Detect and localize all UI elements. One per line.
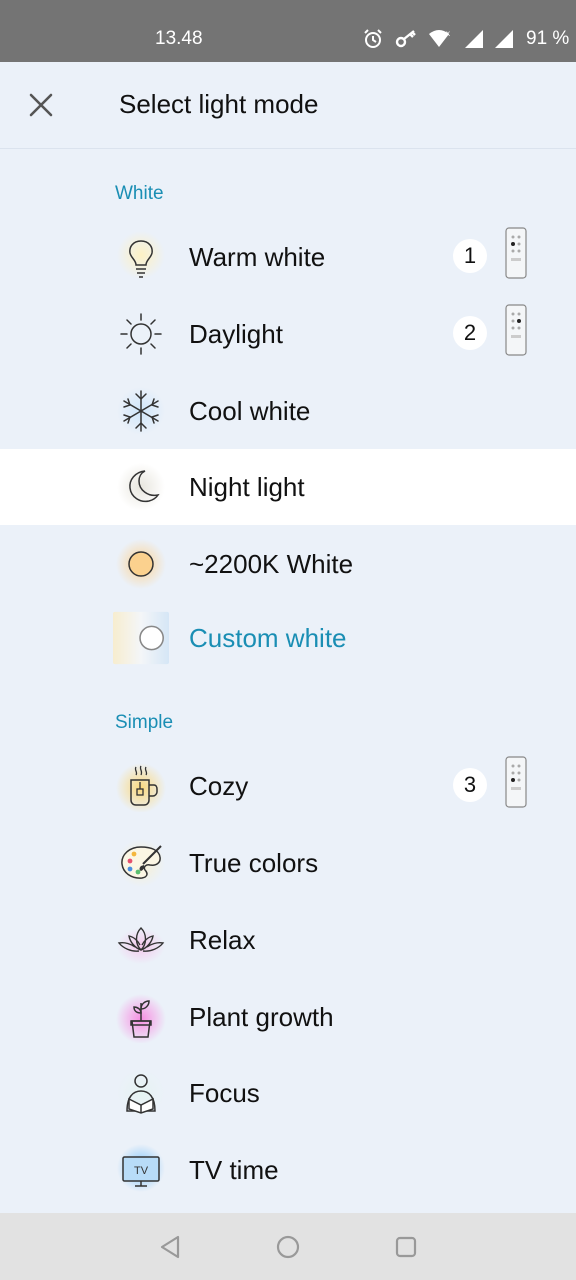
light-mode-label: Cool white xyxy=(189,396,311,426)
light-mode-label: Night light xyxy=(189,472,305,502)
sun-icon xyxy=(113,308,169,360)
section-label-white: White xyxy=(115,183,164,204)
circle-icon xyxy=(113,538,169,590)
light-mode-focus[interactable]: Focus xyxy=(0,1055,576,1131)
light-mode-2200k[interactable]: ~2200K White xyxy=(0,526,576,602)
remote-icon xyxy=(505,227,527,279)
light-mode-cozy[interactable]: Cozy 3 xyxy=(0,748,576,824)
bulb-icon xyxy=(113,231,169,283)
home-icon[interactable] xyxy=(274,1233,302,1261)
light-mode-label: TV time xyxy=(189,1155,279,1185)
key-icon xyxy=(395,30,416,48)
light-mode-label: Cozy xyxy=(189,771,249,801)
svg-text:x: x xyxy=(446,29,450,38)
section-label-simple: Simple xyxy=(115,712,174,733)
light-mode-true-colors[interactable]: True colors xyxy=(0,825,576,901)
person-reading-icon xyxy=(113,1067,169,1119)
palette-icon xyxy=(113,837,169,889)
dialog-header: Select light mode xyxy=(0,62,576,149)
light-mode-cool-white[interactable]: Cool white xyxy=(0,373,576,449)
remote-button-number: 2 xyxy=(453,316,487,350)
light-mode-label: Focus xyxy=(189,1078,260,1108)
light-mode-custom-white[interactable]: Custom white xyxy=(0,600,576,676)
plant-icon xyxy=(113,991,169,1043)
tv-icon: TV xyxy=(113,1144,169,1196)
light-mode-label: Daylight xyxy=(189,319,283,349)
light-mode-label: Relax xyxy=(189,925,256,955)
lotus-icon xyxy=(113,914,169,966)
light-mode-night-light[interactable]: Night light xyxy=(0,449,576,525)
signal-icon xyxy=(495,30,513,48)
tv-icon-text: TV xyxy=(134,1165,149,1177)
snowflake-icon xyxy=(113,385,169,437)
status-time: 13.48 xyxy=(155,28,203,49)
light-mode-label: Plant growth xyxy=(189,1002,334,1032)
moon-icon xyxy=(113,461,169,513)
light-mode-label: ~2200K White xyxy=(189,549,354,579)
wifi-icon: x xyxy=(429,29,450,47)
recents-icon[interactable] xyxy=(392,1233,420,1261)
light-mode-label: Custom white xyxy=(189,623,347,653)
light-mode-tv-time[interactable]: TV TV time xyxy=(0,1132,576,1208)
light-mode-daylight[interactable]: Daylight 2 xyxy=(0,296,576,372)
light-mode-relax[interactable]: Relax xyxy=(0,902,576,978)
mug-icon xyxy=(113,760,169,812)
remote-icon xyxy=(505,304,527,356)
remote-button-number: 1 xyxy=(453,239,487,273)
remote-icon xyxy=(505,756,527,808)
close-icon[interactable] xyxy=(26,90,56,120)
system-navigation-bar xyxy=(0,1213,576,1280)
light-mode-label: Warm white xyxy=(189,242,326,272)
custom-white-icon xyxy=(113,611,169,665)
signal-icon xyxy=(465,30,483,48)
status-icons: x 91 % xyxy=(362,26,569,52)
light-mode-label: True colors xyxy=(189,848,319,878)
status-bar: 13.48 x 91 % xyxy=(0,0,576,62)
remote-button-number: 3 xyxy=(453,768,487,802)
alarm-icon xyxy=(364,29,382,48)
back-icon[interactable] xyxy=(156,1233,184,1261)
light-mode-plant-growth[interactable]: Plant growth xyxy=(0,979,576,1055)
light-mode-warm-white[interactable]: Warm white 1 xyxy=(0,219,576,295)
page-title: Select light mode xyxy=(119,89,319,119)
battery-level: 91 % xyxy=(526,28,570,49)
